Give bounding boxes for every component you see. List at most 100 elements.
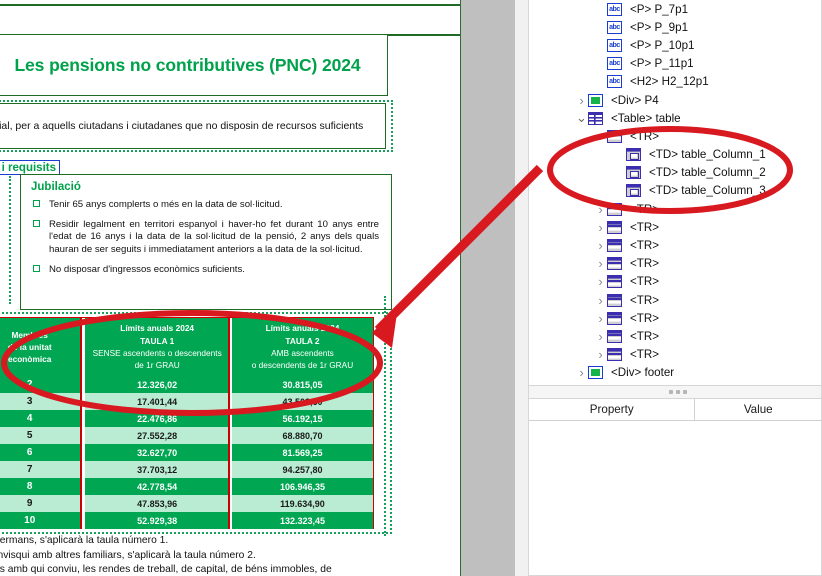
table-cell: 56.192,15 xyxy=(230,410,373,427)
tr-icon xyxy=(607,275,622,288)
table-row[interactable]: 212.326,0230.815,05 xyxy=(0,376,373,393)
requisits-list: Tenir 65 anys complerts o més en la data… xyxy=(21,199,391,276)
vertical-splitter-gutter[interactable] xyxy=(515,0,528,576)
table-cell: 7 xyxy=(0,461,84,478)
table-column-header[interactable]: Límits anuals 2024TAULA 2AMB ascendentso… xyxy=(230,318,373,376)
chevron-right-icon[interactable]: › xyxy=(594,330,607,343)
table-row[interactable]: 842.778,54106.946,35 xyxy=(0,478,373,495)
chevron-right-icon[interactable]: › xyxy=(575,94,588,107)
table-cell: 43.503,60 xyxy=(230,393,373,410)
tree-node[interactable]: <TD> table_Column_2 xyxy=(529,164,821,182)
tree-node[interactable]: abc<H2> H2_12p1 xyxy=(529,73,821,91)
chevron-right-icon[interactable]: › xyxy=(575,366,588,379)
table-row[interactable]: 317.401,4443.503,60 xyxy=(0,393,373,410)
table-row[interactable]: 947.853,96119.634,90 xyxy=(0,495,373,512)
abc-icon: abc xyxy=(607,3,622,16)
tree-node[interactable]: ›<TR> xyxy=(529,291,821,309)
tree-node[interactable]: ⌄<Table> table xyxy=(529,109,821,127)
chevron-right-icon[interactable]: › xyxy=(594,257,607,270)
tree-node[interactable]: ›<TR> xyxy=(529,218,821,236)
tree-node[interactable]: abc<P> P_10p1 xyxy=(529,36,821,54)
tr-icon xyxy=(607,312,622,325)
tree-node-label: <TD> table_Column_2 xyxy=(649,166,766,179)
list-item: Tenir 65 anys complerts o més en la data… xyxy=(49,199,379,212)
splitter-grip-dot xyxy=(669,390,673,394)
tree-node-label: <P> P_11p1 xyxy=(630,57,694,70)
tree-node-label: <TR> xyxy=(630,239,659,252)
splitter-grip-dot xyxy=(683,390,687,394)
column-header-value[interactable]: Value xyxy=(695,399,821,420)
checkbox-bullet-icon xyxy=(33,220,40,227)
chevron-right-icon[interactable]: › xyxy=(594,348,607,361)
table-column-header[interactable]: Límits anuals 2024TAULA 1SENSE ascendent… xyxy=(84,318,231,376)
tree-node[interactable]: › <Div> footer xyxy=(529,364,821,382)
tr-icon xyxy=(607,130,622,143)
chevron-down-icon[interactable]: ⌄ xyxy=(575,115,588,121)
table-cell: 32.627,70 xyxy=(84,444,231,461)
table-cell: 3 xyxy=(0,393,84,410)
tree-node[interactable]: abc<P> P_11p1 xyxy=(529,55,821,73)
div-icon xyxy=(588,366,603,379)
pnc-limits-table[interactable]: Membresde la unitateconòmicaLímits anual… xyxy=(0,317,374,529)
tree-node[interactable]: › <TR> xyxy=(529,327,821,345)
tree-node-label: <TR> xyxy=(630,330,659,343)
tr-icon xyxy=(607,203,622,216)
tree-node[interactable]: <TD> table_Column_1 xyxy=(529,146,821,164)
chevron-right-icon[interactable]: › xyxy=(594,239,607,252)
table-icon xyxy=(588,112,603,125)
tree-node[interactable]: ›<TR> xyxy=(529,346,821,364)
tr-icon xyxy=(607,239,622,252)
tree-node-label: <H2> H2_12p1 xyxy=(630,75,709,88)
list-item: Residir legalment en territori espanyol … xyxy=(49,219,379,257)
chevron-right-icon[interactable]: › xyxy=(594,275,607,288)
table-column-header[interactable]: Membresde la unitateconòmica xyxy=(0,318,84,376)
document-title-box: Les pensions no contributives (PNC) 2024 xyxy=(0,34,388,96)
tree-node[interactable]: › <TR> xyxy=(529,236,821,254)
tree-node[interactable]: ›<TR> xyxy=(529,273,821,291)
footnotes-block: els germans, s'aplicarà la taula número … xyxy=(0,534,398,576)
column-header-property[interactable]: Property xyxy=(529,399,695,420)
tag-tree-panel[interactable]: abc<P> P_7p1abc<P> P_9p1abc<P> P_10p1abc… xyxy=(528,0,822,386)
table-cell: 94.257,80 xyxy=(230,461,373,478)
document-preview-pane[interactable]: Les pensions no contributives (PNC) 2024… xyxy=(0,0,460,576)
td-icon xyxy=(626,148,641,161)
tree-node-label: <TR> xyxy=(630,257,659,270)
list-item-text: Tenir 65 anys complerts o més en la data… xyxy=(49,199,283,210)
chevron-right-icon[interactable]: › xyxy=(594,312,607,325)
tr-icon xyxy=(607,257,622,270)
tree-node[interactable]: <TD> table_Column_3 xyxy=(529,182,821,200)
table-cell: 68.880,70 xyxy=(230,427,373,444)
table-column-divider xyxy=(80,317,82,529)
footnote-line: niliars amb qui conviu, les rendes de tr… xyxy=(0,563,398,576)
chevron-down-icon[interactable]: ⌄ xyxy=(594,133,607,139)
table-row[interactable]: 632.627,7081.569,25 xyxy=(0,444,373,461)
chevron-right-icon[interactable]: › xyxy=(594,221,607,234)
table-row[interactable]: 737.703,1294.257,80 xyxy=(0,461,373,478)
pane-splitter[interactable] xyxy=(461,0,515,576)
tree-node[interactable]: ›<TR> xyxy=(529,200,821,218)
requisits-box: Jubilació Tenir 65 anys complerts o més … xyxy=(20,174,392,310)
tree-node-label: <Div> footer xyxy=(611,366,674,379)
td-icon xyxy=(626,166,641,179)
horizontal-splitter[interactable] xyxy=(528,386,822,398)
tree-node[interactable]: abc<P> P_9p1 xyxy=(529,18,821,36)
chevron-right-icon[interactable]: › xyxy=(594,203,607,216)
page-title: Les pensions no contributives (PNC) 2024 xyxy=(14,55,360,76)
property-grid[interactable]: Property Value xyxy=(528,398,822,576)
footnote-tag-guide xyxy=(384,296,386,536)
table-cell: 132.323,45 xyxy=(230,512,373,529)
tree-node[interactable]: abc <P> P_7p1 xyxy=(529,0,821,18)
tree-node[interactable]: ›<TR> xyxy=(529,309,821,327)
table-cell: 42.778,54 xyxy=(84,478,231,495)
table-row[interactable]: 422.476,8656.192,15 xyxy=(0,410,373,427)
tree-node[interactable]: › <TR> xyxy=(529,255,821,273)
property-grid-header: Property Value xyxy=(529,399,821,421)
abc-icon: abc xyxy=(607,39,622,52)
table-row[interactable]: 527.552,2868.880,70 xyxy=(0,427,373,444)
table-row[interactable]: 1052.929,38132.323,45 xyxy=(0,512,373,529)
tree-node[interactable]: ⌄<TR> xyxy=(529,127,821,145)
tree-node-label: <TD> table_Column_1 xyxy=(649,148,766,161)
tree-node-label: <P> P_7p1 xyxy=(630,3,688,16)
tree-node[interactable]: ›<Div> P4 xyxy=(529,91,821,109)
chevron-right-icon[interactable]: › xyxy=(594,294,607,307)
